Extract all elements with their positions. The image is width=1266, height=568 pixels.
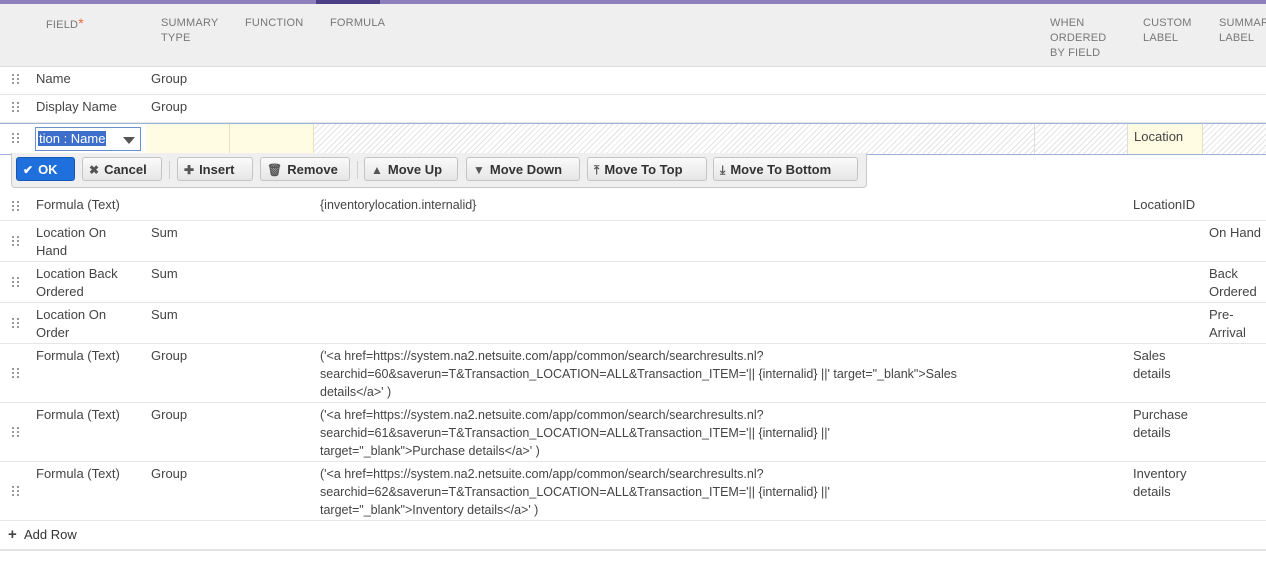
custom-label-cell: Sales details [1133, 348, 1171, 381]
summary-label-input-disabled [1203, 124, 1266, 154]
trash-icon: 🗑 [267, 163, 283, 177]
checkmark-icon: ✔ [23, 163, 34, 177]
function-input[interactable] [230, 124, 314, 154]
custom-label-input[interactable]: Location [1128, 124, 1203, 154]
editing-row[interactable]: tion : Name Location [0, 123, 1266, 155]
table-row[interactable]: Display Name Group [0, 95, 1266, 123]
drag-handle-icon[interactable] [10, 236, 22, 248]
drag-handle-icon[interactable] [10, 201, 22, 213]
field-cell: Formula (Text) [36, 407, 120, 422]
summary-type-cell: Group [151, 407, 188, 422]
formula-cell: {inventorylocation.internalid} [320, 198, 477, 212]
summary-type-cell: Group [151, 348, 188, 363]
formula-cell: ('<a href=https://system.na2.netsuite.co… [320, 467, 830, 517]
field-cell: Formula (Text) [36, 197, 120, 212]
field-cell: Location On Order [36, 307, 107, 340]
summary-label-cell: Back Ordered [1209, 266, 1257, 299]
field-cell: Formula (Text) [36, 466, 120, 481]
drag-handle-icon[interactable] [10, 427, 22, 439]
move-to-top-button[interactable]: ⤒ Move To Top [587, 157, 707, 181]
field-cell: Formula (Text) [36, 348, 120, 363]
move-to-bottom-icon: ⤓ [720, 163, 726, 177]
drag-handle-icon[interactable] [10, 74, 22, 86]
drag-handle-icon[interactable] [10, 318, 22, 330]
plus-icon: ✚ [184, 163, 195, 177]
custom-label-cell: Purchase details [1133, 407, 1188, 440]
field-cell: Location Back Ordered [36, 266, 118, 299]
summary-label-cell: On Hand [1209, 225, 1262, 240]
formula-input-disabled [314, 124, 1035, 154]
summary-type-cell: Group [151, 71, 188, 86]
header-function[interactable]: FUNCTION [245, 16, 303, 31]
formula-cell: ('<a href=https://system.na2.netsuite.co… [320, 408, 830, 458]
summary-type-cell: Sum [151, 225, 178, 240]
move-to-top-icon: ⤒ [594, 163, 600, 177]
table-row[interactable]: Formula (Text) {inventorylocation.intern… [0, 193, 1266, 221]
when-ordered-input-disabled [1035, 124, 1128, 154]
summary-type-input[interactable] [146, 124, 230, 154]
table-row[interactable]: Location Back Ordered Sum Back Ordered [0, 262, 1266, 303]
drag-handle-icon[interactable] [10, 486, 22, 498]
custom-label-cell: LocationID [1133, 197, 1196, 212]
arrow-up-icon: ▲ [371, 163, 383, 177]
header-when-ordered[interactable]: WHEN ORDERED BY FIELD [1050, 16, 1106, 61]
plus-icon: + [8, 526, 17, 543]
table-row[interactable]: Location On Hand Sum On Hand [0, 221, 1266, 262]
table-row[interactable]: Location On Order Sum Pre-Arrival [0, 303, 1266, 344]
insert-button[interactable]: ✚ Insert [177, 157, 253, 181]
header-custom-label[interactable]: CUSTOM LABEL [1143, 16, 1192, 46]
table-row[interactable]: Formula (Text) Group ('<a href=https://s… [0, 403, 1266, 462]
table-row[interactable]: Name Group [0, 67, 1266, 95]
required-mark: * [78, 15, 84, 31]
arrow-down-icon: ▼ [473, 163, 485, 177]
summary-type-cell: Sum [151, 266, 178, 281]
column-header: FIELD* SUMMARY TYPE FUNCTION FORMULA WHE… [0, 4, 1266, 67]
table-row[interactable]: Formula (Text) Group ('<a href=https://s… [0, 344, 1266, 403]
toolbar-divider [169, 161, 170, 179]
field-cell: Location On Hand [36, 225, 107, 258]
cancel-button[interactable]: ✖ Cancel [82, 157, 162, 181]
custom-label-cell: Inventory details [1133, 466, 1187, 499]
table-row[interactable]: Formula (Text) Group ('<a href=https://s… [0, 462, 1266, 521]
field-cell: Name [36, 71, 71, 86]
summary-label-cell: Pre-Arrival [1209, 307, 1246, 340]
ok-button[interactable]: ✔ OK [16, 157, 75, 181]
header-field[interactable]: FIELD* [46, 16, 84, 33]
field-cell: Display Name [36, 99, 117, 114]
remove-button[interactable]: 🗑 Remove [260, 157, 350, 181]
close-icon: ✖ [89, 163, 100, 177]
drag-handle-icon[interactable] [10, 277, 22, 289]
formula-cell: ('<a href=https://system.na2.netsuite.co… [320, 349, 957, 399]
move-to-bottom-button[interactable]: ⤓ Move To Bottom [713, 157, 858, 181]
summary-type-cell: Group [151, 466, 188, 481]
field-select-value: tion : Name [38, 131, 107, 146]
header-summary-type[interactable]: SUMMARY TYPE [161, 16, 218, 46]
drag-handle-icon[interactable] [10, 368, 22, 380]
header-summary-label[interactable]: SUMMARY LABEL [1219, 16, 1266, 46]
drag-handle-icon[interactable] [10, 133, 22, 145]
header-formula[interactable]: FORMULA [330, 16, 385, 31]
chevron-down-icon[interactable] [123, 137, 135, 144]
summary-type-cell: Sum [151, 307, 178, 322]
field-select[interactable]: tion : Name [35, 127, 141, 151]
move-up-button[interactable]: ▲ Move Up [364, 157, 458, 181]
toolbar-divider [357, 161, 358, 179]
summary-type-cell: Group [151, 99, 188, 114]
add-row-label: Add Row [24, 527, 77, 542]
row-edit-toolbar: ✔ OK ✖ Cancel ✚ Insert 🗑 Remove ▲ Move Up ▼ Mo… [11, 153, 867, 188]
custom-label-value: Location [1134, 129, 1184, 144]
drag-handle-icon[interactable] [10, 102, 22, 114]
add-row-button[interactable]: + Add Row [0, 521, 1266, 551]
move-down-button[interactable]: ▼ Move Down [466, 157, 580, 181]
